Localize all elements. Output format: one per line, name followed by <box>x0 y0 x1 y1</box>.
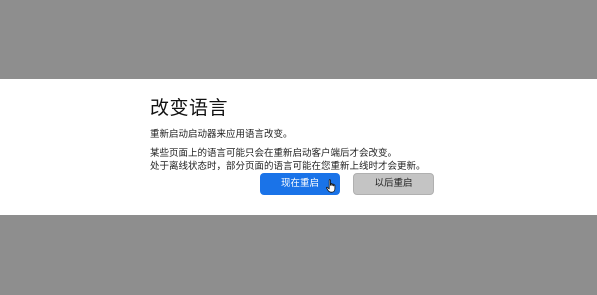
restart-later-button[interactable]: 以后重启 <box>353 173 434 195</box>
dialog-subtitle: 重新启动启动器来应用语言改变。 <box>150 129 293 140</box>
dialog-note-2: 处于离线状态时，部分页面的语言可能在您重新上线时才会更新。 <box>150 161 426 172</box>
dialog-title: 改变语言 <box>150 97 229 119</box>
dialog-note-1: 某些页面上的语言可能只会在重新启动客户端后才会改变。 <box>150 148 398 159</box>
dialog-content: 改变语言 重新启动启动器来应用语言改变。 某些页面上的语言可能只会在重新启动客户… <box>150 96 450 173</box>
hand-pointer-icon <box>326 179 336 193</box>
change-language-dialog: 改变语言 重新启动启动器来应用语言改变。 某些页面上的语言可能只会在重新启动客户… <box>0 79 597 215</box>
